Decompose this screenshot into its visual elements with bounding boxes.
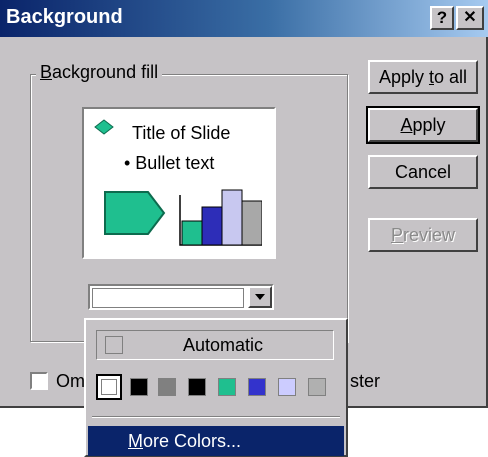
- bar-green: [181, 220, 203, 246]
- automatic-label: Automatic: [183, 335, 264, 355]
- fill-color-dropdown[interactable]: [88, 284, 274, 310]
- color-swatch-lavender[interactable]: [278, 378, 296, 396]
- cancel-button[interactable]: Cancel: [368, 155, 478, 189]
- background-fill-label: Background fill: [36, 62, 163, 83]
- title-bar[interactable]: Background ? ✕: [0, 0, 488, 37]
- color-menu-popup: Automatic More Colors...: [84, 318, 348, 457]
- apply-button[interactable]: Apply: [366, 106, 480, 144]
- window-title: Background: [6, 6, 123, 28]
- more-colors-label: More Colors...: [128, 431, 242, 451]
- fill-color-field[interactable]: [92, 288, 244, 308]
- help-button[interactable]: ?: [430, 6, 454, 30]
- omit-graphics-label-start: Om: [56, 371, 85, 391]
- close-icon: ✕: [463, 9, 477, 26]
- bar-lavender: [221, 189, 243, 246]
- color-swatch-white[interactable]: [96, 374, 122, 400]
- omit-graphics-checkbox[interactable]: [30, 372, 48, 390]
- preview-bullet-text: • Bullet text: [124, 153, 215, 173]
- more-colors-item[interactable]: More Colors...: [88, 426, 344, 456]
- slide-preview: Title of Slide • Bullet text: [82, 107, 276, 259]
- preview-title-text: Title of Slide: [132, 123, 231, 143]
- automatic-color-swatch: [105, 336, 123, 354]
- close-button[interactable]: ✕: [456, 6, 484, 30]
- color-swatch-black-2[interactable]: [188, 378, 206, 396]
- arrow-shape: [104, 191, 166, 235]
- color-swatch-gray[interactable]: [158, 378, 176, 396]
- menu-separator: [92, 416, 340, 418]
- chevron-down-icon: [255, 294, 265, 300]
- preview-button[interactable]: Preview: [368, 218, 478, 252]
- color-swatch-black[interactable]: [130, 378, 148, 396]
- color-swatch-blue[interactable]: [248, 378, 266, 396]
- dropdown-arrow-button[interactable]: [248, 286, 272, 308]
- apply-to-all-button[interactable]: Apply to all: [368, 60, 478, 94]
- bar-gray: [241, 200, 262, 246]
- bar-blue: [201, 206, 223, 246]
- diamond-bullet-icon: [94, 119, 114, 135]
- preview-graphics: [104, 189, 262, 246]
- color-swatch-light-gray[interactable]: [308, 378, 326, 396]
- omit-graphics-label-end: ster: [350, 371, 381, 391]
- automatic-color-button[interactable]: Automatic: [96, 330, 334, 360]
- help-icon: ?: [436, 8, 448, 27]
- color-swatch-green[interactable]: [218, 378, 236, 396]
